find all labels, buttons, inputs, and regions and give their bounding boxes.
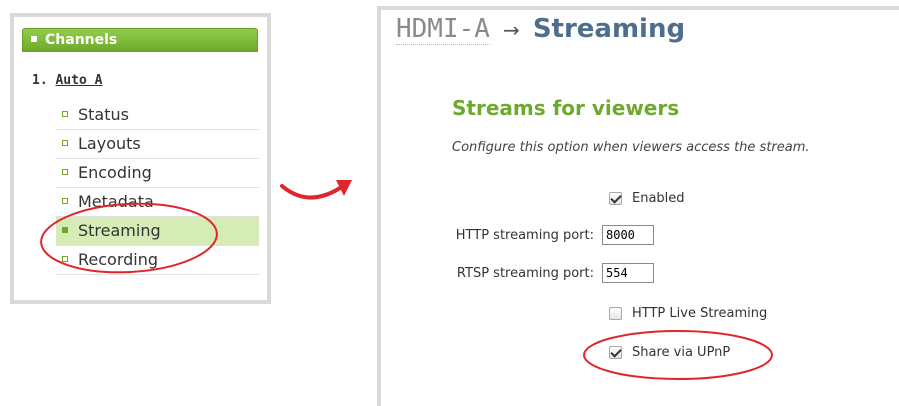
breadcrumb-source[interactable]: HDMI-A <box>396 14 490 45</box>
upnp-label: Share via UPnP <box>632 345 731 360</box>
http-port-label: HTTP streaming port: <box>455 227 594 243</box>
sidebar-item-encoding[interactable]: Encoding <box>56 159 259 188</box>
channel-index: 1. <box>32 73 48 88</box>
section-description: Configure this option when viewers acces… <box>452 140 810 155</box>
bullet-icon <box>62 139 68 146</box>
sidebar-item-label: Encoding <box>78 163 152 182</box>
bullet-icon <box>62 168 68 175</box>
upnp-row: Share via UPnP <box>609 345 730 360</box>
channel-link[interactable]: Auto A <box>55 73 102 88</box>
sidebar-item-metadata[interactable]: Metadata <box>56 188 259 217</box>
bullet-icon <box>62 197 68 204</box>
rtsp-port-row: RTSP streaming port: <box>418 263 654 283</box>
enabled-label: Enabled <box>632 191 685 206</box>
enabled-row: Enabled <box>609 191 685 206</box>
hls-label: HTTP Live Streaming <box>632 306 768 321</box>
upnp-checkbox[interactable] <box>609 346 622 359</box>
channel-name: 1. Auto A <box>32 73 102 88</box>
hls-row: HTTP Live Streaming <box>609 306 767 321</box>
channels-header-label: Channels <box>45 32 118 48</box>
channels-header[interactable]: Channels <box>22 28 258 52</box>
sidebar-item-label: Streaming <box>78 221 161 240</box>
rtsp-port-label: RTSP streaming port: <box>456 265 594 281</box>
breadcrumb-arrow-icon: → <box>502 18 520 42</box>
sidebar-item-label: Metadata <box>78 192 154 211</box>
sidebar-item-recording[interactable]: Recording <box>56 246 259 275</box>
http-port-row: HTTP streaming port: <box>418 225 654 245</box>
page-title-current: Streaming <box>532 14 686 44</box>
hls-checkbox[interactable] <box>609 307 622 320</box>
square-icon <box>31 36 37 42</box>
bullet-icon <box>62 255 68 262</box>
enabled-checkbox[interactable] <box>609 192 622 205</box>
section-title: Streams for viewers <box>452 96 680 120</box>
http-port-input[interactable] <box>602 225 654 245</box>
channel-menu: Status Layouts Encoding Metadata Streami… <box>56 101 259 275</box>
sidebar-item-label: Layouts <box>78 134 141 153</box>
rtsp-port-input[interactable] <box>602 263 654 283</box>
page-title: HDMI-A → Streaming <box>396 14 686 45</box>
sidebar-item-label: Recording <box>78 250 159 269</box>
curved-arrow-icon <box>280 180 352 200</box>
sidebar-item-layouts[interactable]: Layouts <box>56 130 259 159</box>
sidebar-item-status[interactable]: Status <box>56 101 259 130</box>
bullet-icon <box>62 226 68 233</box>
bullet-icon <box>62 110 68 117</box>
sidebar-item-label: Status <box>78 105 129 124</box>
sidebar-item-streaming[interactable]: Streaming <box>56 217 259 246</box>
